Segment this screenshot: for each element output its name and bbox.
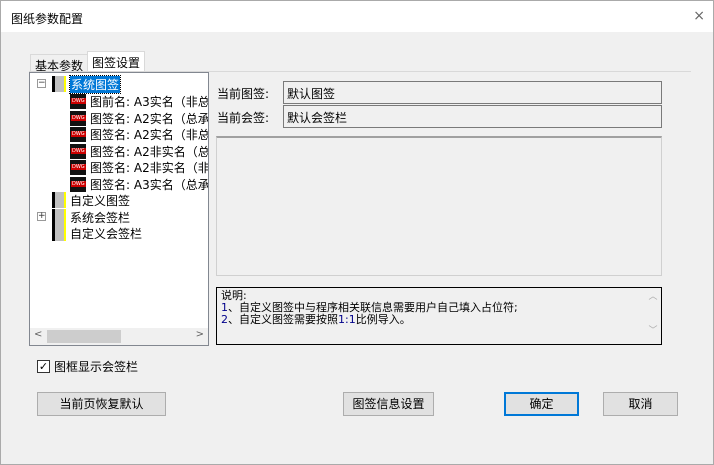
- folder-icon: [52, 209, 66, 225]
- tree-item-label: 图签名: A2实名（非总: [90, 127, 209, 142]
- ratio-text: 1:1: [338, 313, 356, 326]
- tree-node-label: 系统会签栏: [70, 210, 131, 225]
- current-sign-bar-field: 默认会签栏: [283, 105, 662, 128]
- tree-item-label: 图签名: A3实名（总承: [90, 177, 209, 192]
- scroll-left-icon[interactable]: <: [34, 329, 42, 340]
- tree-item[interactable]: 图前名: A3实名（非总: [70, 93, 209, 109]
- tree-item-label: 图签名: A2实名（总承: [90, 111, 209, 126]
- tree-node-custom-title-blocks[interactable]: 自定义图签: [52, 192, 130, 208]
- title-block-tree[interactable]: − 系统图签 图前名: A3实名（非总 图签名: A2实名（总承 图签名: A2…: [29, 72, 209, 346]
- folder-icon: [52, 225, 66, 241]
- close-icon[interactable]: ×: [693, 8, 705, 24]
- current-sign-bar-label: 当前会签:: [217, 111, 270, 125]
- ok-button[interactable]: 确定: [504, 392, 579, 416]
- vertical-scrollbar[interactable]: ︿ ﹀: [647, 291, 659, 337]
- tree-node-label: 自定义图签: [70, 193, 131, 208]
- cancel-button[interactable]: 取消: [603, 392, 678, 416]
- folder-icon: [52, 76, 66, 92]
- tree-node-label: 系统图签: [68, 74, 122, 94]
- restore-defaults-button[interactable]: 当前页恢复默认: [37, 392, 166, 416]
- tree-node-custom-sign-bars[interactable]: 自定义会签栏: [52, 225, 142, 241]
- description-line-2: 2、自定义图签需要按照1:1比例导入。: [221, 314, 657, 326]
- line-number: 2: [221, 313, 228, 326]
- scroll-down-icon[interactable]: ﹀: [647, 325, 659, 337]
- tree-item[interactable]: 图签名: A2非实名（总: [70, 143, 209, 159]
- tree-item[interactable]: 图签名: A2非实名（非: [70, 159, 209, 175]
- scroll-up-icon[interactable]: ︿: [647, 291, 659, 303]
- tree-item[interactable]: 图签名: A2实名（总承: [70, 110, 209, 126]
- dwg-file-icon: [70, 110, 86, 126]
- line-text: 比例导入。: [355, 313, 411, 326]
- show-sign-bar-checkbox[interactable]: ✓ 图框显示会签栏: [37, 358, 138, 375]
- current-title-block-field: 默认图签: [283, 81, 662, 104]
- title-block-info-button[interactable]: 图签信息设置: [343, 392, 434, 416]
- dwg-file-icon: [70, 176, 86, 192]
- description-box: 说明: 1、自定义图签中与程序相关联信息需要用户自己填入占位符; 2、自定义图签…: [216, 287, 662, 345]
- horizontal-scrollbar[interactable]: < >: [30, 328, 208, 345]
- checkbox-label: 图框显示会签栏: [54, 360, 139, 374]
- tab-basic-params[interactable]: 基本参数: [30, 54, 89, 73]
- tree-node-system-sign-bars[interactable]: 系统会签栏: [52, 209, 130, 225]
- dwg-file-icon: [70, 126, 86, 142]
- window-title: 图纸参数配置: [11, 12, 84, 26]
- tree-item-label: 图签名: A2非实名（非: [90, 160, 209, 175]
- expand-icon[interactable]: +: [37, 212, 46, 221]
- tree-item[interactable]: 图签名: A3实名（总承: [70, 176, 209, 192]
- checkbox-mark[interactable]: ✓: [37, 360, 50, 373]
- title-block-preview: [216, 136, 662, 276]
- current-title-block-label: 当前图签:: [217, 87, 270, 101]
- tab-title-block-settings[interactable]: 图签设置: [87, 51, 146, 72]
- dwg-file-icon: [70, 143, 86, 159]
- scroll-right-icon[interactable]: >: [196, 329, 204, 340]
- collapse-icon[interactable]: −: [37, 79, 46, 88]
- tree-item-label: 图前名: A3实名（非总: [90, 94, 209, 109]
- tree-node-label: 自定义会签栏: [70, 226, 143, 241]
- scroll-thumb[interactable]: [47, 330, 121, 343]
- tree-node-system-title-blocks[interactable]: 系统图签: [52, 74, 122, 94]
- tree-item[interactable]: 图签名: A2实名（非总: [70, 126, 209, 142]
- folder-icon: [52, 192, 66, 208]
- title-bar: 图纸参数配置 ×: [1, 1, 713, 32]
- dwg-file-icon: [70, 159, 86, 175]
- tree-item-label: 图签名: A2非实名（总: [90, 144, 209, 159]
- line-text: 、自定义图签需要按照: [228, 313, 338, 326]
- dialog-window: 图纸参数配置 × 基本参数 图签设置 − 系统图签 图前名: A3实名（非总 图…: [0, 0, 714, 465]
- dwg-file-icon: [70, 93, 86, 109]
